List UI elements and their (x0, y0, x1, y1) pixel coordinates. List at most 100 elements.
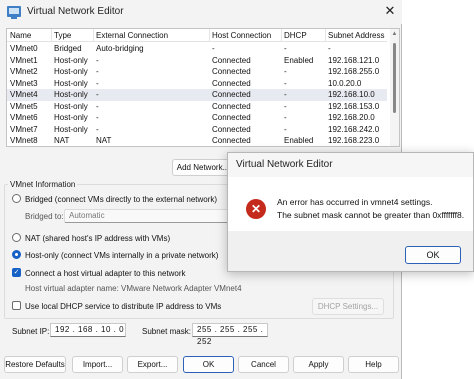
export-button[interactable]: Export... (127, 356, 178, 373)
table-row[interactable]: VMnet8 NAT NAT Connected Enabled 192.168.223.… (7, 135, 387, 146)
cell-subnet-address: 192.168.255.0 (328, 67, 380, 76)
bridged-label: Bridged (connect VMs directly to the ext… (25, 195, 218, 204)
column-header-host-connection[interactable]: Host Connection (212, 31, 271, 40)
dialog-title: Virtual Network Editor (236, 159, 333, 170)
cell-host-connection: Connected (212, 67, 251, 76)
window-close-icon[interactable]: ✕ (381, 2, 399, 20)
column-separator (325, 29, 326, 42)
cell-host-connection: Connected (212, 55, 251, 65)
bridged-to-select[interactable]: Automatic (64, 209, 234, 223)
cell-dhcp: - (284, 78, 287, 88)
dhcp-label: Use local DHCP service to distribute IP … (25, 302, 222, 311)
cell-dhcp: - (284, 113, 287, 122)
table-row[interactable]: VMnet4 Host-only - Connected -192.168.10.0 (7, 89, 387, 101)
host-only-label: Host-only (connect VMs internally in a p… (25, 251, 219, 260)
subnet-ip-input[interactable]: 192 . 168 . 10 . 0 (50, 323, 126, 337)
cell-dhcp: Enabled (284, 136, 314, 145)
column-header-type[interactable]: Type (54, 31, 71, 40)
column-header-external-connection[interactable]: External Connection (96, 31, 168, 40)
cell-name: VMnet1 (10, 55, 38, 65)
cancel-button[interactable]: Cancel (238, 356, 289, 373)
connect-adapter-checkbox[interactable]: ✓ (12, 268, 21, 277)
host-only-radio[interactable] (12, 250, 21, 259)
cell-external-connection: - (96, 124, 99, 134)
table-row[interactable]: VMnet6 Host-only - Connected -192.168.20.0 (7, 112, 387, 124)
cell-host-connection: Connected (212, 136, 251, 145)
cell-type: Host-only (54, 113, 88, 122)
cell-name: VMnet7 (10, 124, 38, 134)
cell-type: Host-only (54, 90, 88, 99)
dhcp-checkbox[interactable] (12, 301, 21, 310)
cell-external-connection: Auto-bridging (96, 44, 144, 53)
table-row[interactable]: VMnet3 Host-only - Connected -10.0.20.0 (7, 78, 387, 90)
help-button[interactable]: Help (348, 356, 399, 373)
cell-external-connection: NAT (96, 136, 112, 145)
dialog-body: ✕ An error has occurred in vmnet4 settin… (228, 177, 473, 231)
column-separator (51, 29, 52, 42)
import-button[interactable]: Import... (72, 356, 123, 373)
ok-button[interactable]: OK (183, 356, 234, 373)
cell-name: VMnet4 (10, 90, 38, 99)
cell-external-connection: - (96, 101, 99, 111)
cell-dhcp: - (284, 90, 287, 99)
dialog-ok-button[interactable]: OK (405, 246, 461, 264)
cell-subnet-address: 192.168.10.0 (328, 90, 375, 99)
add-network-button[interactable]: Add Network... (172, 159, 234, 176)
cell-external-connection: - (96, 113, 99, 122)
column-header-name[interactable]: Name (10, 31, 31, 40)
subnet-mask-input[interactable]: 255 . 255 . 255 . 252 (192, 323, 268, 346)
adapter-name-label: Host virtual adapter name: VMware Networ… (25, 284, 242, 293)
cell-subnet-address: 192.168.223.0 (328, 136, 380, 145)
cell-type: Host-only (54, 124, 88, 134)
cell-host-connection: Connected (212, 101, 251, 111)
dhcp-settings-button[interactable]: DHCP Settings... (312, 298, 384, 315)
table-row[interactable]: VMnet5 Host-only - Connected -192.168.153.0 (7, 101, 387, 113)
column-separator (93, 29, 94, 42)
window-title: Virtual Network Editor (27, 6, 124, 17)
cell-subnet-address: 192.168.153.0 (328, 101, 380, 111)
subnet-mask-label: Subnet mask: (142, 327, 191, 336)
table-scrollbar[interactable]: ▲ (390, 29, 399, 146)
connect-adapter-label: Connect a host virtual adapter to this n… (25, 269, 186, 278)
bridged-radio[interactable] (12, 194, 21, 203)
cell-dhcp: - (284, 44, 287, 53)
subnet-ip-label: Subnet IP: (12, 327, 50, 336)
nat-radio[interactable] (12, 233, 21, 242)
cell-type: Host-only (54, 78, 88, 88)
cell-dhcp: - (284, 101, 287, 111)
cell-name: VMnet0 (10, 44, 38, 53)
vmnet-information-title: VMnet Information (8, 180, 78, 189)
scroll-up-arrow-icon[interactable]: ▲ (391, 31, 398, 37)
cell-host-connection: - (212, 44, 215, 53)
table-row[interactable]: VMnet0 Bridged Auto-bridging - - - (7, 43, 387, 55)
column-header-dhcp[interactable]: DHCP (284, 31, 307, 40)
cell-external-connection: - (96, 67, 99, 76)
table-header: Name Type External Connection Host Conne… (7, 29, 387, 42)
cell-name: VMnet3 (10, 78, 38, 88)
window-titlebar[interactable]: Virtual Network Editor ✕ (0, 0, 402, 24)
column-separator (209, 29, 210, 42)
cell-external-connection: - (96, 90, 99, 99)
cell-type: NAT (54, 136, 70, 145)
scrollbar-thumb[interactable] (393, 43, 396, 113)
cell-external-connection: - (96, 78, 99, 88)
restore-defaults-button[interactable]: Restore Defaults (4, 356, 66, 373)
table-row[interactable]: VMnet7 Host-only - Connected -192.168.242.0 (7, 124, 387, 136)
cell-subnet-address: 10.0.20.0 (328, 78, 362, 88)
error-dialog: Virtual Network Editor ✕ An error has oc… (227, 152, 474, 272)
cell-name: VMnet5 (10, 101, 38, 111)
cell-subnet-address: 192.168.242.0 (328, 124, 380, 134)
table-row[interactable]: VMnet1 Host-only - Connected Enabled 192.168.… (7, 55, 387, 67)
cell-name: VMnet6 (10, 113, 38, 122)
cell-type: Host-only (54, 55, 88, 65)
cell-subnet-address: 192.168.20.0 (328, 113, 375, 122)
cell-subnet-address: 192.168.121.0 (328, 55, 380, 65)
cell-dhcp: Enabled (284, 55, 314, 65)
cell-host-connection: Connected (212, 124, 251, 134)
apply-button[interactable]: Apply (293, 356, 344, 373)
dialog-titlebar[interactable]: Virtual Network Editor (228, 153, 473, 177)
error-message-line1: An error has occurred in vmnet4 settings… (277, 197, 433, 207)
table-row[interactable]: VMnet2 Host-only - Connected -192.168.255.0 (7, 66, 387, 78)
cell-subnet-address: - (328, 44, 331, 53)
column-header-subnet-address[interactable]: Subnet Address (328, 31, 384, 40)
